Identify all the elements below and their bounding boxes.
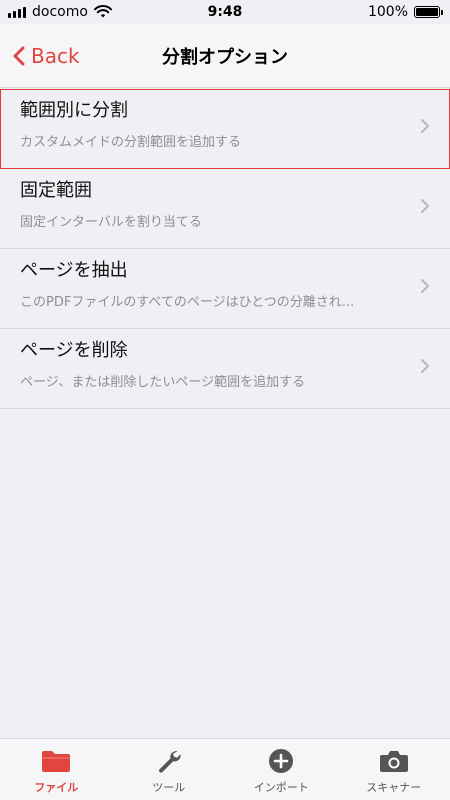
tab-label: ファイル	[34, 781, 79, 794]
tab-scanner[interactable]: スキャナー	[344, 747, 444, 795]
wrench-icon	[154, 747, 184, 775]
back-label: Back	[31, 44, 80, 68]
option-delete-pages[interactable]: ページを削除 ページ、または削除したいページ範囲を追加する	[0, 329, 450, 409]
chevron-right-icon	[421, 119, 429, 133]
status-bar: docomo 9:48 100%	[0, 0, 450, 24]
option-split-by-range[interactable]: 範囲別に分割 カスタムメイドの分割範囲を追加する	[0, 89, 450, 169]
app-screen: docomo 9:48 100% Back 分割オプション 範囲別に分割 カスタ…	[0, 0, 450, 800]
tab-import[interactable]: インポート	[231, 747, 331, 795]
battery-percent: 100%	[367, 4, 408, 20]
status-left: docomo	[8, 4, 112, 20]
tab-bar: ファイル ツール インポート スキャナー	[0, 738, 450, 800]
wifi-icon	[93, 5, 112, 18]
option-title: ページを削除	[20, 340, 128, 361]
chevron-right-icon	[421, 279, 429, 293]
tab-files[interactable]: ファイル	[6, 747, 106, 795]
tab-tools[interactable]: ツール	[119, 747, 219, 795]
option-subtitle: このPDFファイルのすべてのページはひとつの分離され...	[20, 295, 355, 310]
plus-circle-icon	[266, 747, 296, 775]
carrier-label: docomo	[32, 4, 88, 20]
chevron-right-icon	[421, 359, 429, 373]
chevron-left-icon	[13, 46, 25, 66]
option-fixed-range[interactable]: 固定範囲 固定インターバルを割り当てる	[0, 169, 450, 249]
chevron-right-icon	[421, 199, 429, 213]
status-right: 100%	[367, 4, 443, 20]
option-subtitle: ページ、または削除したいページ範囲を追加する	[20, 375, 306, 390]
option-title: 範囲別に分割	[20, 100, 128, 121]
navigation-bar: Back 分割オプション	[0, 24, 450, 88]
tab-label: インポート	[253, 781, 309, 794]
option-title: ページを抽出	[20, 260, 128, 281]
option-extract-pages[interactable]: ページを抽出 このPDFファイルのすべてのページはひとつの分離され...	[0, 249, 450, 329]
folder-icon	[41, 747, 71, 775]
page-title: 分割オプション	[162, 46, 288, 68]
camera-icon	[379, 747, 409, 775]
back-button[interactable]: Back	[12, 24, 80, 88]
option-title: 固定範囲	[20, 180, 92, 201]
option-subtitle: 固定インターバルを割り当てる	[20, 215, 202, 230]
signal-icon	[8, 6, 26, 18]
tab-label: スキャナー	[366, 781, 422, 794]
split-options-list: 範囲別に分割 カスタムメイドの分割範囲を追加する 固定範囲 固定インターバルを割…	[0, 89, 450, 409]
option-subtitle: カスタムメイドの分割範囲を追加する	[20, 135, 242, 150]
tab-label: ツール	[152, 781, 186, 794]
battery-icon	[414, 6, 443, 18]
